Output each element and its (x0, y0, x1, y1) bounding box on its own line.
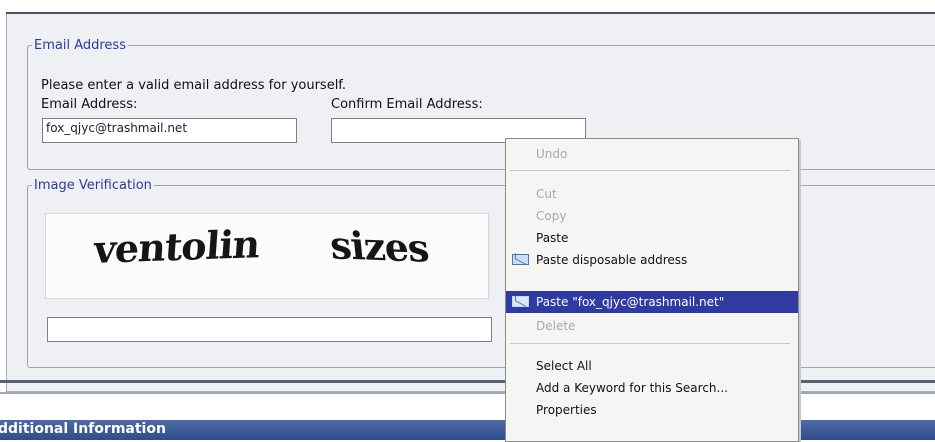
captcha-word-2: sizes (327, 222, 431, 271)
menu-item-properties[interactable]: Properties (506, 399, 798, 421)
menu-separator (510, 170, 790, 171)
captcha-image: ventolin sizes (45, 213, 489, 299)
captcha-answer-input[interactable] (47, 317, 492, 342)
menu-item-paste-address[interactable]: Paste "fox_qjyc@trashmail.net" (506, 291, 798, 313)
email-label: Email Address: (41, 97, 138, 112)
menu-item-paste-disposable-label: Paste disposable address (536, 253, 688, 267)
menu-separator (510, 343, 790, 344)
menu-item-undo[interactable]: Undo (506, 143, 798, 165)
additional-information-title: dditional Information (0, 421, 166, 437)
menu-item-select-all[interactable]: Select All (506, 355, 798, 377)
context-menu: Undo Cut Copy Paste Paste disposable add… (505, 138, 799, 442)
image-verification-legend: Image Verification (34, 178, 152, 193)
email-instruction: Please enter a valid email address for y… (41, 78, 347, 93)
envelope-icon (512, 254, 529, 265)
menu-item-add-keyword[interactable]: Add a Keyword for this Search... (506, 377, 798, 399)
confirm-email-label: Confirm Email Address: (331, 97, 483, 112)
menu-item-paste-disposable[interactable]: Paste disposable address (506, 249, 798, 271)
menu-item-paste-address-label: Paste "fox_qjyc@trashmail.net" (536, 295, 725, 309)
panel-top-border (6, 12, 935, 14)
captcha-word-1: ventolin (92, 221, 261, 272)
menu-item-delete[interactable]: Delete (506, 315, 798, 337)
menu-item-copy[interactable]: Copy (506, 205, 798, 227)
email-address-legend: Email Address (34, 38, 126, 53)
menu-item-cut[interactable]: Cut (506, 183, 798, 205)
email-input[interactable]: fox_qjyc@trashmail.net (42, 118, 297, 143)
envelope-icon (512, 296, 529, 307)
menu-item-paste[interactable]: Paste (506, 227, 798, 249)
